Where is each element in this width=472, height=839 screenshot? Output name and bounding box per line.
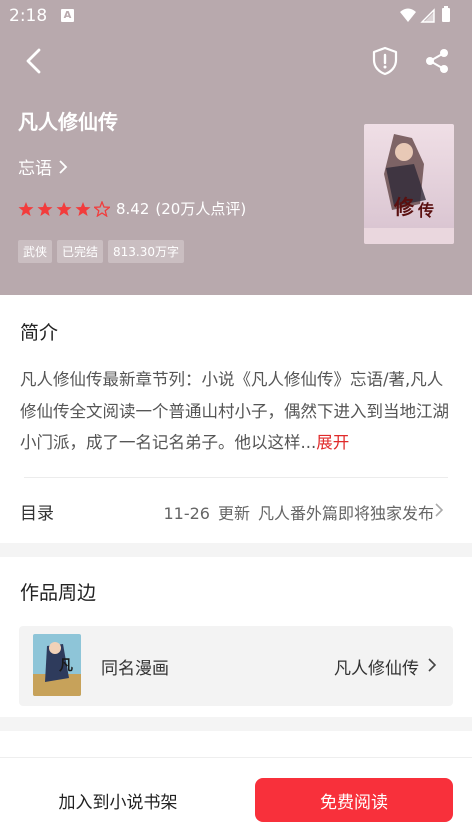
svg-text:修: 修 [393,195,415,219]
star-filled-icon [75,201,91,216]
tag-status: 已完结 [57,240,104,263]
divider [24,477,448,478]
share-button[interactable] [422,46,452,76]
author-link[interactable]: 忘语 [18,154,68,179]
toc-label[interactable]: 目录 [20,499,54,524]
svg-text:凡: 凡 [59,658,73,674]
comic-cover-image: 凡 [33,634,81,696]
book-cover-image: 修 传 [364,124,454,244]
chevron-right-icon [59,159,68,174]
intro-heading: 简介 [20,322,59,344]
back-button[interactable] [20,44,50,78]
back-arrow-icon [26,48,41,74]
add-to-shelf-button[interactable]: 加入到小说书架 [20,778,216,822]
toc-chapter: 凡人番外篇即将独家发布 [257,504,434,523]
toc-date: 11-26 [163,504,210,523]
system-icons [398,6,462,30]
toc-latest[interactable]: 11-26 更新 凡人番外篇即将独家发布 [155,500,434,524]
related-heading: 作品周边 [20,582,97,604]
star-filled-icon [56,201,72,216]
rating-row: 8.42 (20万人点评) [18,198,246,219]
book-title: 凡人修仙传 [18,110,118,134]
tag-wordcount: 813.30万字 [108,240,185,263]
star-filled-icon [37,201,53,216]
rating-score: 8.42 [116,199,150,218]
comic-thumbnail: 凡 [33,634,81,696]
intro-body: 凡人修仙传最新章节列：小说《凡人修仙传》忘语/著,凡人修仙传全文阅读一个普通山村… [20,370,449,452]
related-type: 同名漫画 [101,659,169,679]
tag-genre: 武侠 [18,240,53,263]
expand-link[interactable]: 展开 [316,433,349,452]
chevron-right-icon [435,503,444,517]
intro-text: 凡人修仙传最新章节列：小说《凡人修仙传》忘语/著,凡人修仙传全文阅读一个普通山村… [20,364,452,459]
tag-list: 武侠 已完结 813.30万字 [18,240,185,263]
svg-text:传: 传 [417,201,434,220]
toc-update-label: 更新 [217,504,250,523]
status-time: 2:18 [9,6,48,26]
book-header: 2:18 A 凡人修仙传 忘语 8.42 (20万人点评) 武侠 已完结 813… [0,0,472,295]
star-filled-icon [18,201,34,216]
share-icon [426,49,448,73]
chevron-right-icon [428,658,437,672]
notification-icon: A [61,9,74,22]
bottom-action-bar: 加入到小说书架 免费阅读 [0,757,472,839]
rating-stars [18,200,110,217]
star-empty-icon [94,200,110,217]
related-comic-item[interactable]: 凡 同名漫画 凡人修仙传 [19,626,453,706]
report-button[interactable] [370,45,400,77]
related-name: 凡人修仙传 [334,659,419,679]
wifi-signal-battery-icon [400,6,450,23]
author-name: 忘语 [18,159,52,179]
shield-alert-icon [372,46,398,76]
status-bar: 2:18 A [0,0,472,32]
rating-count: (20万人点评) [155,200,247,218]
book-cover[interactable]: 修 传 [364,124,454,244]
free-read-button[interactable]: 免费阅读 [255,778,453,822]
